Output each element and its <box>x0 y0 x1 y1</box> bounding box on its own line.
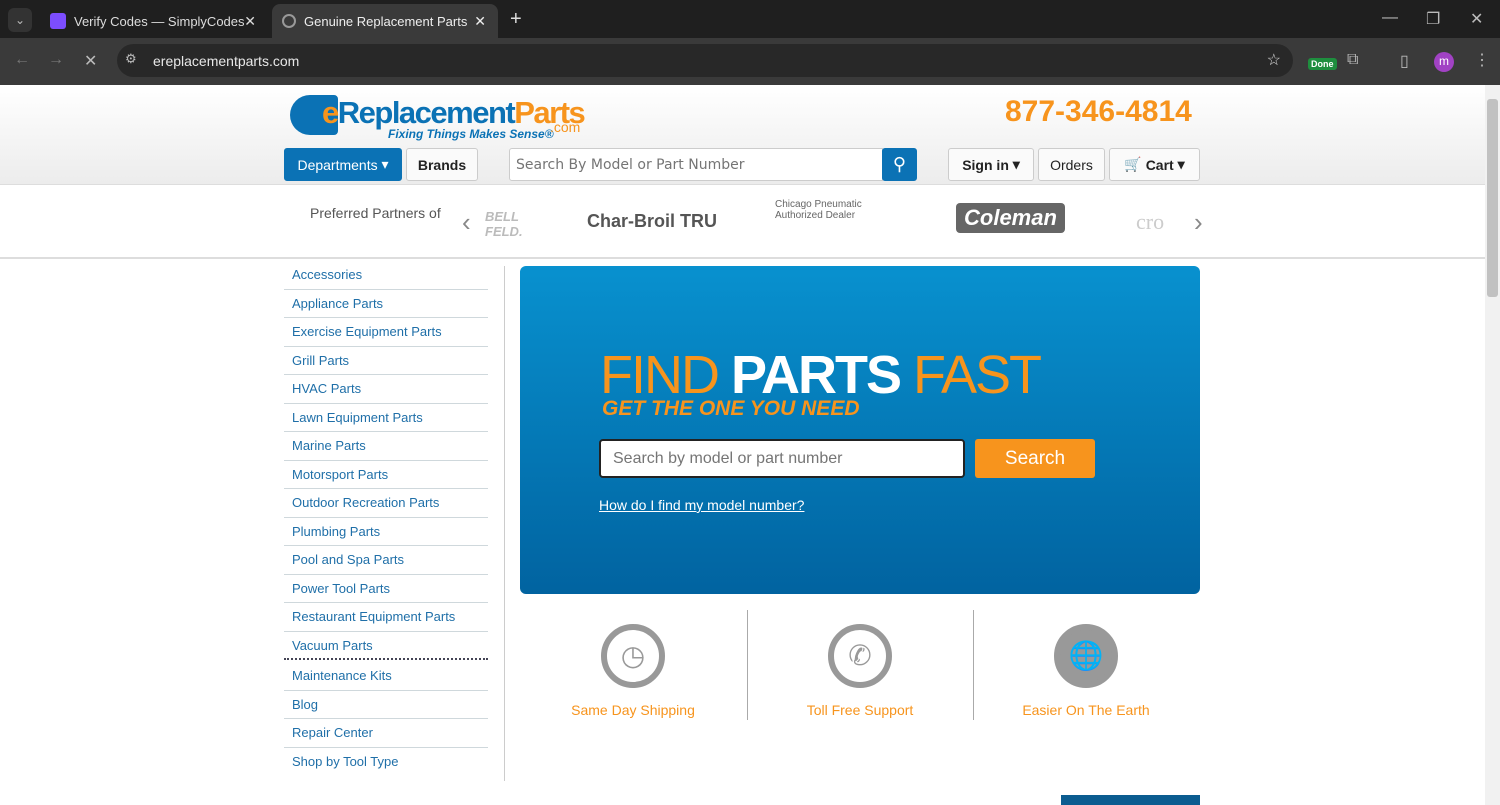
close-tab-icon[interactable]: ✕ <box>244 13 256 30</box>
departments-button[interactable]: Departments ▾ <box>284 148 402 181</box>
sidebar-item[interactable]: Accessories <box>284 261 488 290</box>
sidebar-item[interactable]: Appliance Parts <box>284 290 488 318</box>
sidebar-item[interactable]: Blog <box>284 691 488 719</box>
bookmark-star-icon[interactable]: ☆ <box>1267 50 1281 70</box>
feature-toll-free-support[interactable]: ✆ Toll Free Support <box>747 610 973 720</box>
tab-ereplacementparts[interactable]: Genuine Replacement Parts | Fa✕ <box>272 4 498 38</box>
sidebar-item[interactable]: Marine Parts <box>284 432 488 461</box>
orders-button[interactable]: Orders <box>1038 148 1105 181</box>
close-window-icon[interactable]: ✕ <box>1470 9 1483 29</box>
sidebar-item[interactable]: Pool and Spa Parts <box>284 546 488 575</box>
page-scrollbar[interactable] <box>1485 85 1500 805</box>
globe-icon: 🌐 <box>1054 624 1118 688</box>
sidebar-item[interactable]: Vacuum Parts <box>284 632 488 660</box>
web-page: eReplacementParts Fixing Things Makes Se… <box>0 85 1485 805</box>
menu-icon[interactable]: ⋮ <box>1474 50 1490 70</box>
feature-same-day-shipping[interactable]: ◷ Same Day Shipping <box>520 610 746 720</box>
feature-easier-on-earth[interactable]: 🌐 Easier On The Earth <box>973 610 1199 720</box>
minimize-icon[interactable]: — <box>1382 9 1398 27</box>
partners-carousel: Preferred Partners of ‹ BELL FELD. Char-… <box>0 185 1485 259</box>
simplycodes-icon <box>50 13 66 29</box>
sidebar-item[interactable]: Maintenance Kits <box>284 662 488 691</box>
divider <box>504 266 505 781</box>
site-settings-icon[interactable]: ⚙ <box>125 51 137 67</box>
tab-bar: ⌄ Verify Codes — SimplyCodes ✕ Genuine Re… <box>0 0 1500 38</box>
header-search-input[interactable] <box>509 148 883 181</box>
sidebar-item[interactable]: Shop by Tool Type <box>284 748 488 777</box>
scrollbar-thumb[interactable] <box>1487 99 1498 297</box>
sidebar-item[interactable]: Grill Parts <box>284 347 488 375</box>
phone-icon: ✆ <box>828 624 892 688</box>
forward-icon[interactable]: → <box>48 51 64 69</box>
loading-icon <box>282 14 296 28</box>
hero-search-input[interactable] <box>599 439 965 478</box>
stop-loading-icon[interactable]: ✕ <box>84 51 97 71</box>
hero-banner: FIND PARTS FAST GET THE ONE YOU NEED Sea… <box>520 266 1200 594</box>
search-icon[interactable]: ⚲ <box>882 148 917 181</box>
find-model-number-link[interactable]: How do I find my model number? <box>599 497 804 513</box>
sidebar-item[interactable]: Outdoor Recreation Parts <box>284 489 488 518</box>
hero-search-button[interactable]: Search <box>975 439 1095 478</box>
sidebar-item[interactable]: Plumbing Parts <box>284 518 488 546</box>
close-tab-icon[interactable]: ✕ <box>474 13 486 30</box>
clock-truck-icon: ◷ <box>601 624 665 688</box>
department-sidebar: Accessories Appliance Parts Exercise Equ… <box>284 261 488 776</box>
phone-number[interactable]: 877-346-4814 <box>1005 95 1192 129</box>
extensions-icon[interactable]: ⧉ <box>1347 51 1358 69</box>
site-logo[interactable]: eReplacementParts Fixing Things Makes Se… <box>290 89 586 143</box>
sidebar-item[interactable]: HVAC Parts <box>284 375 488 404</box>
brands-button[interactable]: Brands <box>406 148 478 181</box>
restore-icon[interactable]: ❐ <box>1426 9 1440 29</box>
back-icon[interactable]: ← <box>14 51 30 69</box>
cart-button[interactable]: 🛒 Cart ▾ <box>1109 148 1200 181</box>
sidebar-item[interactable]: Exercise Equipment Parts <box>284 318 488 347</box>
sidebar-item[interactable]: Repair Center <box>284 719 488 748</box>
new-tab-icon[interactable]: + <box>510 8 522 31</box>
sidebar-item[interactable]: Lawn Equipment Parts <box>284 404 488 432</box>
carousel-prev-icon[interactable]: ‹ <box>462 207 471 238</box>
sidebar-item[interactable]: Motorsport Parts <box>284 461 488 489</box>
address-bar[interactable]: ⚙ ereplacementparts.com ☆ <box>117 44 1293 77</box>
tab-simplycodes[interactable]: Verify Codes — SimplyCodes ✕ <box>40 4 268 38</box>
profile-avatar[interactable]: m <box>1434 52 1454 72</box>
site-header: eReplacementParts Fixing Things Makes Se… <box>0 85 1485 185</box>
cart-icon: 🛒 <box>1124 156 1142 172</box>
sign-in-button[interactable]: Sign in ▾ <box>948 148 1034 181</box>
sidebar-item[interactable]: Power Tool Parts <box>284 575 488 603</box>
extension-badge[interactable]: Done <box>1308 58 1337 70</box>
carousel-next-icon[interactable]: › <box>1194 207 1203 238</box>
browser-toolbar: ← → ✕ ⚙ ereplacementparts.com ☆ Done ⧉ ▯ m… <box>0 38 1500 85</box>
side-panel-icon[interactable]: ▯ <box>1400 51 1409 71</box>
sidebar-item[interactable]: Restaurant Equipment Parts <box>284 603 488 632</box>
partial-banner <box>1061 795 1200 805</box>
tab-list-button[interactable]: ⌄ <box>8 8 32 32</box>
